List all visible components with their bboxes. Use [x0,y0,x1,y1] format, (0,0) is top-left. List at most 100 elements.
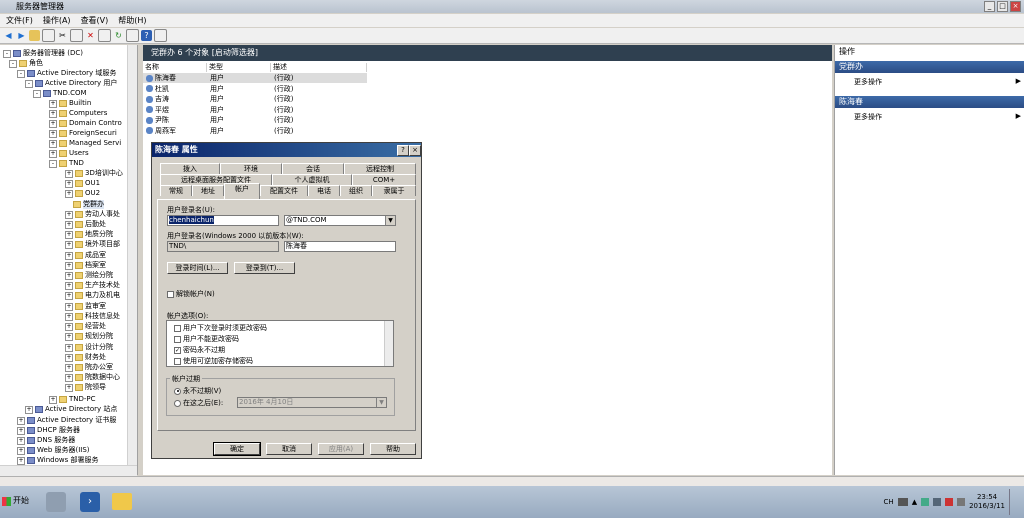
tab-general[interactable]: 常规 [160,185,192,196]
tree-item[interactable]: + 境外项目部 [65,240,120,249]
cancel-button[interactable]: 取消 [266,443,312,455]
tab-telephones[interactable]: 电话 [308,185,340,196]
tree-item[interactable]: + 规划分院 [65,332,113,341]
expand-icon[interactable]: + [65,363,73,372]
expand-icon[interactable]: + [65,343,73,352]
tree-item[interactable]: - 角色 [9,59,43,68]
tree-item[interactable]: + Active Directory 站点 [25,405,117,414]
tree-item[interactable]: + 经营处 [65,322,106,331]
tree-item[interactable]: + 科技信息处 [65,312,120,321]
options-scrollbar[interactable] [384,321,393,366]
back-icon[interactable]: ◀ [3,30,14,41]
expand-icon[interactable]: + [49,395,57,404]
tree-item[interactable]: + Builtin [49,99,91,108]
expand-icon[interactable]: + [65,332,73,341]
expand-icon[interactable]: + [65,271,73,280]
expand-icon[interactable]: + [49,129,57,138]
expand-icon[interactable]: + [49,109,57,118]
expand-icon[interactable]: + [25,405,33,414]
expand-icon[interactable]: + [65,312,73,321]
show-desktop-button[interactable] [1009,489,1016,515]
close-button[interactable]: × [1010,1,1021,12]
tree-item[interactable]: + 成品室 [65,251,106,260]
collapse-icon[interactable]: - [49,159,57,168]
menu-help[interactable]: 帮助(H) [118,15,146,26]
unlock-account-checkbox[interactable]: 解锁帐户(N) [167,289,215,299]
maximize-button[interactable]: □ [997,1,1008,12]
column-name[interactable]: 名称 [143,63,207,72]
account-option-checkbox[interactable]: 用户不能更改密码 [174,334,239,344]
expand-icon[interactable]: + [17,436,25,445]
expand-icon[interactable]: + [65,210,73,219]
menu-action[interactable]: 操作(A) [43,15,71,26]
collapse-icon[interactable]: - [17,69,25,78]
tree-item[interactable]: + OU1 [65,179,100,188]
upn-suffix-select[interactable]: @TND.COM ▼ [284,215,396,226]
column-description[interactable]: 描述 [271,63,367,72]
security-icon[interactable] [945,498,954,506]
expand-icon[interactable]: + [65,169,73,178]
explorer-taskbar-icon[interactable] [112,493,132,510]
server-manager-taskbar-icon[interactable] [46,492,66,512]
show-tree-icon[interactable] [42,29,55,42]
tree-item[interactable]: + Users [49,149,89,158]
account-option-checkbox[interactable]: 使用可逆加密存储密码 [174,356,253,366]
tree-item[interactable]: - TND [49,159,84,168]
tree-item[interactable]: 党群办 [73,200,104,209]
expand-icon[interactable]: + [65,261,73,270]
tree-item[interactable]: + Active Directory 证书服 [17,416,116,425]
expand-icon[interactable]: + [65,281,73,290]
delete-icon[interactable]: ✕ [85,30,96,41]
menu-file[interactable]: 文件(F) [6,15,33,26]
expand-icon[interactable]: + [65,373,73,382]
volume-icon[interactable] [957,498,966,506]
tree-item[interactable]: + TND-PC [49,395,96,404]
tab-dialin[interactable]: 拨入 [160,163,220,174]
expand-icon[interactable]: + [17,416,25,425]
tree-item[interactable]: + Domain Contro [49,119,122,128]
properties-icon[interactable] [98,29,111,42]
ok-button[interactable]: 确定 [213,442,261,456]
tree-item[interactable]: + 档案室 [65,261,106,270]
tree-item[interactable]: - Active Directory 用户 [25,79,117,88]
tray-expand-icon[interactable]: ▲ [912,498,917,506]
start-button[interactable]: 开始 [2,494,34,508]
menu-view[interactable]: 查看(V) [81,15,109,26]
tab-account[interactable]: 帐户 [224,183,260,199]
tree-item[interactable]: + 生产技术处 [65,281,120,290]
tree-item[interactable]: + DHCP 服务器 [17,426,80,435]
tree-item[interactable]: + 院领导 [65,383,106,392]
tree-item[interactable]: +3D培训中心 [65,169,123,178]
expand-icon[interactable]: + [49,99,57,108]
expand-icon[interactable]: + [17,446,25,455]
logon-to-button[interactable]: 登录到(T)... [234,262,295,274]
account-option-checkbox[interactable]: 用户下次登录时须更改密码 [174,323,267,333]
flag-icon[interactable] [921,498,930,506]
never-expires-radio[interactable]: 永不过期(V) [174,386,221,396]
collapse-icon[interactable]: - [25,79,33,88]
help-button[interactable]: 帮助 [370,443,416,455]
tree-item[interactable]: + 财务处 [65,353,106,362]
tree-item[interactable]: + 后勤处 [65,220,106,229]
tree-item[interactable]: + Managed Servi [49,139,121,148]
tree-item[interactable]: + DNS 服务器 [17,436,75,445]
expand-icon[interactable]: + [65,220,73,229]
expand-icon[interactable]: + [49,119,57,128]
expand-icon[interactable]: + [65,230,73,239]
collapse-icon[interactable]: - [33,89,41,98]
tree-item[interactable]: + 地质分院 [65,230,113,239]
list-item[interactable]: 周燕军 用户 (行政) [143,126,367,136]
tree-item[interactable]: + 设计分院 [65,343,113,352]
apply-button[interactable]: 应用(A) [318,443,364,455]
expand-icon[interactable]: + [65,189,73,198]
pre2000-name-input[interactable]: 陈海春 [284,241,396,252]
tab-profile[interactable]: 配置文件 [260,185,308,196]
collapse-icon[interactable]: - [3,49,11,58]
expand-icon[interactable]: + [49,149,57,158]
more-actions-group[interactable]: 更多操作 [854,77,882,87]
tree-item[interactable]: + 测绘分院 [65,271,113,280]
list-item[interactable]: 陈海春 用户 (行政) [143,73,367,83]
expand-icon[interactable]: + [65,302,73,311]
actions-section-group[interactable]: 党群办 [835,61,1024,73]
expand-icon[interactable]: + [65,353,73,362]
